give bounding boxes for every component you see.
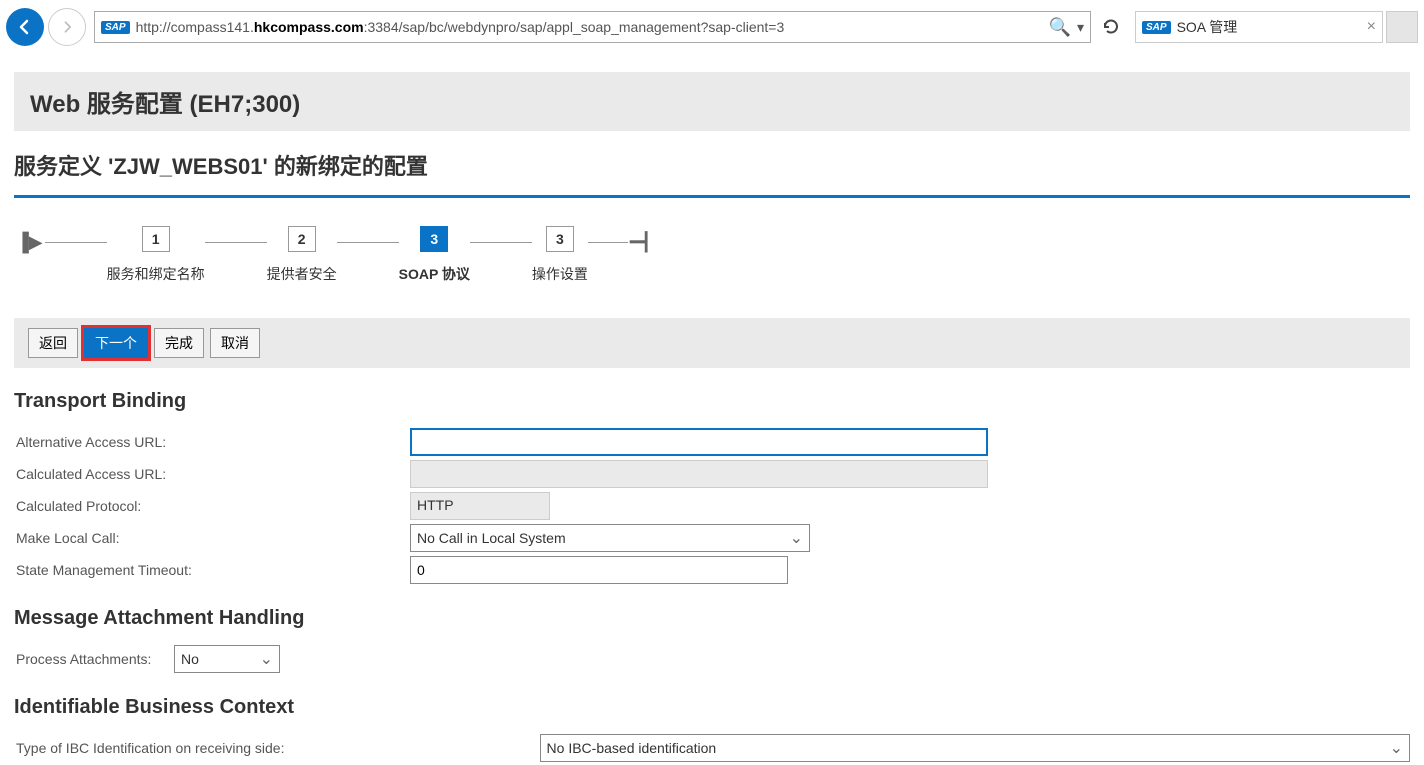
ibc-section: Identifiable Business Context Type of IB… (0, 696, 1424, 763)
timeout-label: State Management Timeout: (14, 562, 410, 578)
step-number: 3 (546, 226, 574, 252)
step-label: 服务和绑定名称 (107, 264, 205, 284)
tab-title: SOA 管理 (1177, 17, 1361, 37)
process-attachments-label: Process Attachments: (14, 651, 174, 667)
section-heading: Transport Binding (14, 390, 1410, 413)
step-label: SOAP 协议 (399, 264, 470, 284)
alt-access-url-input[interactable] (410, 428, 988, 456)
browser-tab[interactable]: SAP SOA 管理 × (1135, 11, 1383, 43)
calc-protocol-label: Calculated Protocol: (14, 498, 410, 514)
roadmap-connector (45, 242, 107, 243)
calc-protocol-field: HTTP (410, 492, 550, 520)
process-attachments-select[interactable]: No (174, 645, 280, 673)
attachment-section: Message Attachment Handling Process Atta… (0, 607, 1424, 674)
refresh-button[interactable] (1095, 11, 1127, 43)
wizard-step-2[interactable]: 2 提供者安全 (267, 226, 337, 284)
calc-access-url-label: Calculated Access URL: (14, 466, 410, 482)
step-number: 2 (288, 226, 316, 252)
local-call-label: Make Local Call: (14, 530, 410, 546)
search-icon[interactable]: 🔍 (1049, 17, 1071, 38)
section-heading: Message Attachment Handling (14, 607, 1410, 630)
step-number: 3 (420, 226, 448, 252)
address-bar[interactable]: SAP http://compass141.hkcompass.com:3384… (94, 11, 1091, 43)
action-toolbar: 返回 下一个 完成 取消 (14, 318, 1410, 368)
sap-favicon-icon: SAP (101, 21, 130, 34)
alt-access-url-label: Alternative Access URL: (14, 434, 410, 450)
step-label: 操作设置 (532, 264, 588, 284)
calc-access-url-field (410, 460, 988, 488)
wizard-roadmap: ▐▶ 1 服务和绑定名称 2 提供者安全 3 SOAP 协议 3 操作设置 ━┫ (0, 198, 1424, 292)
refresh-icon (1101, 17, 1121, 37)
ibc-type-select[interactable]: No IBC-based identification (540, 734, 1410, 762)
ibc-type-label: Type of IBC Identification on receiving … (14, 740, 540, 756)
roadmap-start-icon: ▐▶ (14, 232, 45, 253)
back-button[interactable]: 返回 (28, 328, 78, 358)
transport-binding-section: Transport Binding Alternative Access URL… (0, 390, 1424, 585)
close-tab-icon[interactable]: × (1367, 18, 1376, 36)
arrow-right-icon (59, 19, 75, 35)
new-tab-button[interactable] (1386, 11, 1418, 43)
dropdown-icon[interactable]: ▾ (1077, 19, 1084, 36)
wizard-step-4[interactable]: 3 操作设置 (532, 226, 588, 284)
next-button[interactable]: 下一个 (84, 328, 148, 358)
wizard-step-1[interactable]: 1 服务和绑定名称 (107, 226, 205, 284)
roadmap-connector (588, 242, 628, 243)
roadmap-connector (205, 242, 267, 243)
browser-toolbar: SAP http://compass141.hkcompass.com:3384… (0, 0, 1424, 54)
arrow-left-icon (15, 17, 35, 37)
roadmap-connector (470, 242, 532, 243)
browser-back-button[interactable] (6, 8, 44, 46)
browser-forward-button[interactable] (48, 8, 86, 46)
sap-favicon-icon: SAP (1142, 21, 1171, 34)
section-heading: Identifiable Business Context (14, 696, 1410, 719)
step-number: 1 (142, 226, 170, 252)
timeout-input[interactable] (410, 556, 788, 584)
roadmap-end-icon: ━┫ (628, 232, 654, 253)
local-call-select[interactable]: No Call in Local System (410, 524, 810, 552)
url-text: http://compass141.hkcompass.com:3384/sap… (136, 19, 1043, 35)
cancel-button[interactable]: 取消 (210, 328, 260, 358)
page-title: Web 服务配置 (EH7;300) (14, 72, 1410, 131)
wizard-step-3[interactable]: 3 SOAP 协议 (399, 226, 470, 284)
step-label: 提供者安全 (267, 264, 337, 284)
page-subtitle: 服务定义 'ZJW_WEBS01' 的新绑定的配置 (0, 131, 1424, 195)
finish-button[interactable]: 完成 (154, 328, 204, 358)
roadmap-connector (337, 242, 399, 243)
